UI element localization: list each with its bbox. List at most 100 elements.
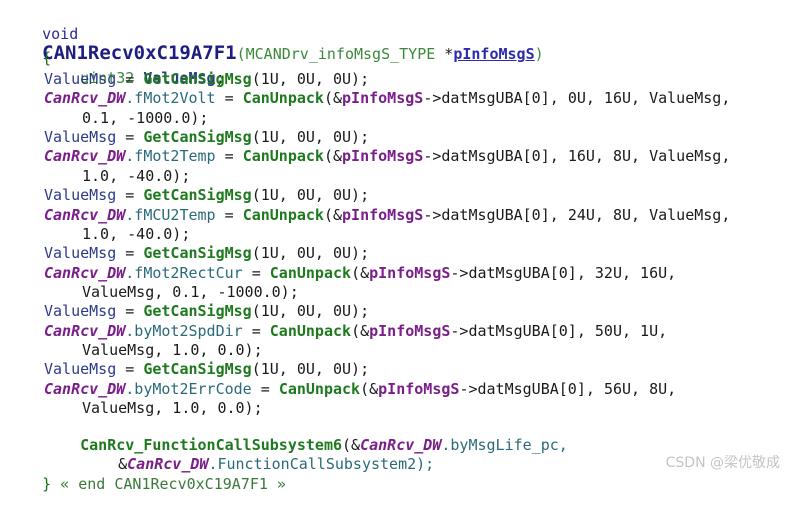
unpack-args-1: 32U, 16U, [594, 263, 677, 282]
struct-field: .byMot2SpdDir [125, 321, 243, 340]
value-msg-var[interactable]: ValueMsg [44, 128, 116, 146]
canrcv-dw-struct[interactable]: CanRcv_DW [44, 264, 125, 282]
unpack-args-1: 24U, 8U, ValueMsg, [567, 205, 731, 224]
param-type[interactable]: MCANDrv_infoMsgS_TYPE [246, 45, 436, 63]
get-sig-line: ValueMsg = GetCanSigMsg(1U, 0U, 0U); [44, 360, 369, 379]
unpack-args-1: 50U, 1U, [594, 321, 668, 340]
unpack-continuation-line: ValueMsg, 0.1, -1000.0); [82, 283, 299, 302]
pinfomsgs-ref[interactable]: pInfoMsgS [342, 147, 423, 165]
unpack-continuation-line: ValueMsg, 1.0, 0.0); [82, 399, 263, 418]
canrcv-dw-struct[interactable]: CanRcv_DW [44, 206, 125, 224]
value-msg-var[interactable]: ValueMsg [44, 186, 116, 204]
can-unpack-call[interactable]: CanUnpack [243, 147, 324, 165]
assign-op: = [116, 360, 144, 379]
assign-op: = [116, 128, 144, 147]
unpack-args-2: 1.0, -40.0); [82, 224, 191, 243]
decl-line: uint32 ValueMsg; [44, 50, 225, 87]
get-can-sig-msg-call[interactable]: GetCanSigMsg [143, 186, 251, 204]
unpack-args-2: ValueMsg, 1.0, 0.0); [82, 399, 263, 417]
pinfomsgs-ref[interactable]: pInfoMsgS [378, 380, 459, 398]
unpack-args-2: 1.0, -40.0); [82, 166, 191, 185]
final-call-line-2: &CanRcv_DW.FunctionCallSubsystem2); [82, 436, 434, 473]
assign-op: = [242, 263, 270, 282]
unpack-args-2: 0.1, -1000.0); [82, 108, 209, 127]
unpack-line: CanRcv_DW.byMot2ErrCode = CanUnpack(&pIn… [44, 380, 676, 399]
get-can-sig-msg-call[interactable]: GetCanSigMsg [143, 360, 251, 378]
unpack-line: CanRcv_DW.byMot2SpdDir = CanUnpack(&pInf… [44, 322, 667, 341]
unpack-line: CanRcv_DW.fMot2Temp = CanUnpack(&pInfoMs… [44, 147, 730, 166]
value-msg-var[interactable]: ValueMsg [44, 360, 116, 378]
get-sig-line: ValueMsg = GetCanSigMsg(1U, 0U, 0U); [44, 244, 369, 263]
member-access: ->datMsgUBA[0], [423, 205, 568, 224]
param-name[interactable]: pInfoMsgS [453, 45, 534, 63]
unpack-continuation-line: 0.1, -1000.0); [82, 109, 208, 128]
struct-field: .fMot2Temp [125, 147, 216, 166]
struct-field: .fMot2RectCur [125, 263, 243, 282]
pinfomsgs-ref[interactable]: pInfoMsgS [369, 322, 450, 340]
pinfomsgs-ref[interactable]: pInfoMsgS [369, 264, 450, 282]
assign-op: = [116, 244, 144, 263]
struct-field: .fMot2Volt [125, 89, 216, 108]
assign-op: = [251, 379, 279, 398]
get-args: (1U, 0U, 0U); [251, 128, 370, 147]
assign-op: = [215, 205, 243, 224]
get-can-sig-msg-call[interactable]: GetCanSigMsg [143, 128, 251, 146]
member-access: ->datMsgUBA[0], [450, 321, 595, 340]
member-access: ->datMsgUBA[0], [450, 263, 595, 282]
amp-paren: (& [323, 147, 343, 166]
amp-paren: (& [351, 321, 370, 340]
get-can-sig-msg-call[interactable]: GetCanSigMsg [143, 244, 251, 262]
value-msg-var[interactable]: ValueMsg [44, 70, 116, 88]
struct-field: .byMot2ErrCode [125, 379, 252, 398]
get-args: (1U, 0U, 0U); [251, 244, 370, 263]
unpack-args-1: 16U, 8U, ValueMsg, [567, 147, 731, 166]
get-sig-line: ValueMsg = GetCanSigMsg(1U, 0U, 0U); [44, 186, 369, 205]
value-msg-var[interactable]: ValueMsg [44, 302, 116, 320]
can-unpack-call[interactable]: CanUnpack [270, 322, 351, 340]
final-call-field1: .byMsgLife_pc, [441, 436, 568, 454]
get-args: (1U, 0U, 0U); [251, 302, 370, 321]
get-can-sig-msg-call[interactable]: GetCanSigMsg [143, 302, 251, 320]
amp-paren: (& [360, 379, 379, 398]
can-unpack-call[interactable]: CanUnpack [243, 89, 324, 107]
can-unpack-call[interactable]: CanUnpack [243, 206, 324, 224]
code-editor[interactable]: void CAN1Recv0xC19A7F1(MCANDrv_infoMsgS_… [0, 0, 794, 493]
pointer-star: * [435, 45, 454, 63]
final-call-line-1: CanRcv_FunctionCallSubsystem6(&CanRcv_DW… [44, 417, 568, 454]
unpack-continuation-line: 1.0, -40.0); [82, 225, 190, 244]
watermark: CSDN @梁优敬成 [665, 455, 780, 471]
get-args: (1U, 0U, 0U); [251, 70, 370, 88]
amp-paren: (& [323, 205, 343, 224]
assign-op: = [116, 70, 144, 88]
canrcv-dw-struct[interactable]: CanRcv_DW [44, 147, 125, 165]
unpack-line: CanRcv_DW.fMot2Volt = CanUnpack(&pInfoMs… [44, 89, 730, 108]
amp-paren: (& [323, 89, 343, 108]
can-unpack-call[interactable]: CanUnpack [270, 264, 351, 282]
paren-open: ( [236, 45, 246, 63]
assign-op: = [116, 302, 144, 321]
close-brace: } [42, 475, 52, 493]
unpack-line: CanRcv_DW.fMCU2Temp = CanUnpack(&pInfoMs… [44, 206, 730, 225]
canrcv-dw-struct[interactable]: CanRcv_DW [44, 89, 125, 107]
canrcv-dw-struct[interactable]: CanRcv_DW [44, 322, 125, 340]
value-msg-var[interactable]: ValueMsg [44, 244, 116, 262]
unpack-args-1: 56U, 8U, [603, 379, 677, 398]
get-sig-line: ValueMsg = GetCanSigMsg(1U, 0U, 0U); [44, 70, 369, 89]
get-can-sig-msg-call[interactable]: GetCanSigMsg [143, 70, 251, 88]
member-access: ->datMsgUBA[0], [423, 147, 568, 166]
unpack-args-2: ValueMsg, 1.0, 0.0); [82, 340, 263, 359]
get-sig-line: ValueMsg = GetCanSigMsg(1U, 0U, 0U); [44, 302, 369, 321]
amp-paren: (& [351, 263, 370, 282]
function-signature-line: void CAN1Recv0xC19A7F1(MCANDrv_infoMsgS_… [6, 6, 544, 63]
assign-op: = [116, 186, 144, 205]
unpack-continuation-line: 1.0, -40.0); [82, 167, 190, 186]
get-args: (1U, 0U, 0U); [251, 186, 370, 205]
assign-op: = [215, 89, 243, 108]
pinfomsgs-ref[interactable]: pInfoMsgS [342, 89, 423, 107]
unpack-continuation-line: ValueMsg, 1.0, 0.0); [82, 341, 263, 360]
canrcv-dw-struct[interactable]: CanRcv_DW [44, 380, 125, 398]
can-unpack-call[interactable]: CanUnpack [279, 380, 360, 398]
pinfomsgs-ref[interactable]: pInfoMsgS [342, 206, 423, 224]
unpack-args-1: 0U, 16U, ValueMsg, [567, 89, 731, 108]
struct-field: .fMCU2Temp [125, 205, 216, 224]
